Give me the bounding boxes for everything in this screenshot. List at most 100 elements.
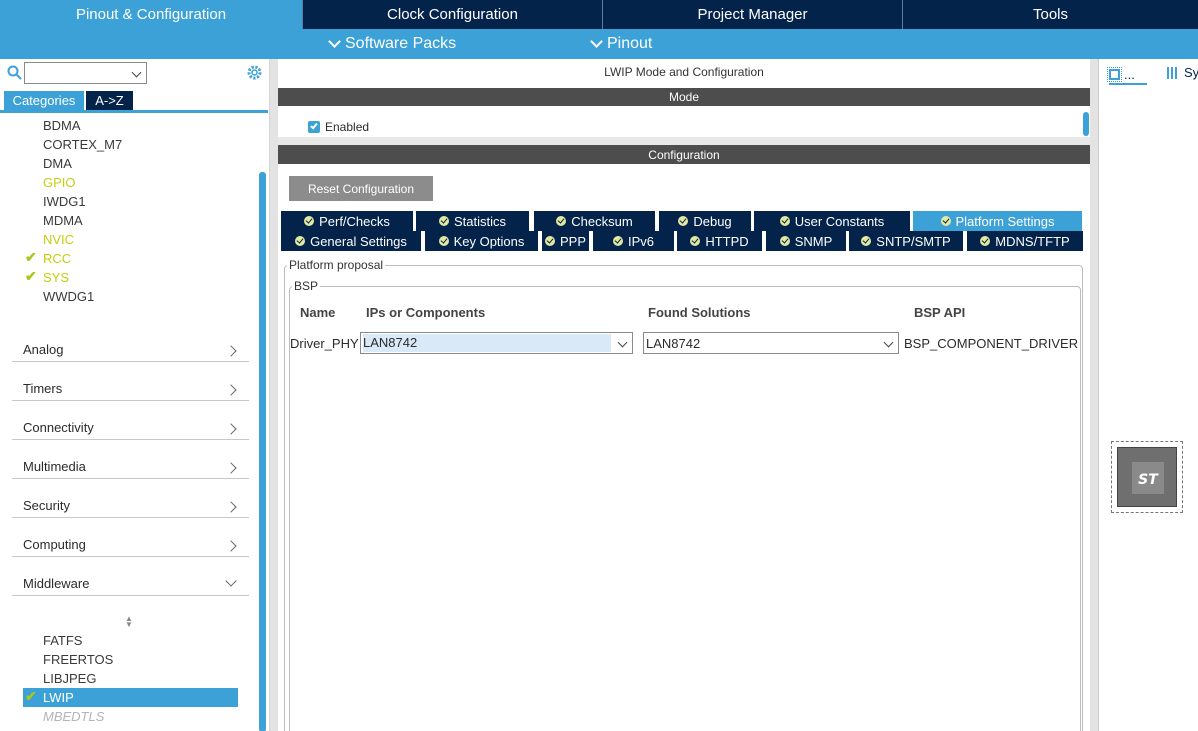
tab-pinout-view[interactable]: ...	[1107, 65, 1147, 85]
config-tab-platform-settings[interactable]: Platform Settings	[913, 211, 1083, 231]
check-circle-icon	[940, 216, 951, 226]
tab-project-manager[interactable]: Project Manager	[603, 0, 903, 29]
chevron-right-icon	[225, 462, 237, 474]
config-tab-statistics[interactable]: Statistics	[416, 211, 530, 231]
category-security[interactable]: Security	[12, 488, 249, 518]
check-circle-icon	[779, 236, 790, 246]
tab-categories[interactable]: Categories	[4, 91, 84, 110]
config-tab-label: IPv6	[627, 233, 654, 249]
right-panel: ... Sy ST	[1098, 59, 1198, 731]
core-item-dma[interactable]: DMA	[43, 156, 72, 171]
tab-system-view[interactable]: Sy	[1167, 65, 1198, 80]
panel-splitter-left[interactable]	[270, 59, 278, 731]
category-computing[interactable]: Computing	[12, 527, 249, 557]
mode-band: Mode	[278, 88, 1090, 106]
core-item-gpio[interactable]: GPIO	[43, 175, 76, 190]
search-input[interactable]	[24, 62, 147, 84]
sub-menu-bar: Software Packs Pinout	[0, 29, 1198, 59]
check-circle-icon	[612, 236, 623, 246]
tab-tools[interactable]: Tools	[903, 0, 1198, 29]
config-tab-perf-checks[interactable]: Perf/Checks	[281, 211, 414, 231]
category-middleware[interactable]: Middleware	[12, 566, 249, 596]
config-tab-key-options[interactable]: Key Options	[425, 231, 539, 251]
core-item-wwdg1[interactable]: WWDG1	[43, 289, 94, 304]
check-circle-icon	[295, 236, 306, 246]
config-tab-ipv6[interactable]: IPv6	[593, 231, 675, 251]
row-bsp-api: BSP_COMPONENT_DRIVER	[904, 336, 1079, 351]
software-packs-label: Software Packs	[345, 35, 457, 52]
core-item-rcc[interactable]: RCC	[43, 251, 71, 266]
config-tab-label: Perf/Checks	[319, 213, 390, 229]
config-tab-label: General Settings	[310, 233, 407, 249]
core-item-bdma[interactable]: BDMA	[43, 118, 81, 133]
config-tab-general-settings[interactable]: General Settings	[281, 231, 422, 251]
category-timers[interactable]: Timers	[12, 371, 249, 401]
check-circle-icon	[544, 236, 555, 246]
core-item-iwdg1[interactable]: IWDG1	[43, 194, 86, 209]
core-item-nvic[interactable]: NVIC	[43, 232, 74, 247]
category-analog[interactable]: Analog	[12, 332, 249, 362]
chip-body: ST	[1117, 447, 1177, 507]
config-tab-checksum[interactable]: Checksum	[534, 211, 656, 231]
tab-a-to-z[interactable]: A->Z	[86, 91, 133, 110]
config-tab-httpd[interactable]: HTTPD	[677, 231, 763, 251]
chip-package[interactable]: ST	[1111, 441, 1183, 513]
middleware-item-libjpeg[interactable]: LIBJPEG	[43, 671, 96, 686]
ips-value: LAN8742	[363, 334, 611, 352]
ips-select[interactable]: LAN8742	[360, 332, 633, 354]
category-connectivity[interactable]: Connectivity	[12, 410, 249, 440]
found-solutions-select[interactable]: LAN8742	[643, 332, 899, 354]
category-label: Computing	[23, 537, 86, 552]
check-circle-icon	[779, 216, 790, 226]
enabled-checkbox[interactable]	[308, 121, 320, 133]
middleware-item-freertos[interactable]: FREERTOS	[43, 652, 113, 667]
config-tab-mdns-tftp[interactable]: MDNS/TFTP	[967, 231, 1084, 251]
tab-underline	[0, 110, 268, 113]
gear-icon[interactable]	[246, 64, 263, 81]
left-scrollbar[interactable]	[259, 172, 266, 731]
st-logo-icon: ST	[1132, 462, 1164, 494]
header-found: Found Solutions	[648, 305, 751, 320]
splitter[interactable]	[278, 137, 1090, 145]
reset-configuration-button[interactable]: Reset Configuration	[289, 176, 433, 201]
sort-icon[interactable]: ▲ ▼	[124, 615, 134, 629]
middleware-item-fatfs[interactable]: FATFS	[43, 633, 82, 648]
config-tab-ppp[interactable]: PPP	[542, 231, 590, 251]
middleware-item-mbedtls[interactable]: MBEDTLS	[43, 709, 104, 724]
check-circle-icon	[438, 216, 449, 226]
core-item-cortex-m7[interactable]: CORTEX_M7	[43, 137, 122, 152]
config-tab-label: SNMP	[794, 233, 833, 249]
bsp-legend: BSP	[292, 279, 321, 293]
category-multimedia[interactable]: Multimedia	[12, 449, 249, 479]
config-tab-label: PPP	[559, 233, 586, 249]
chevron-down-icon	[225, 575, 237, 587]
tab-pinout-view-label: ...	[1124, 66, 1135, 82]
chip-icon	[1107, 66, 1122, 82]
category-label: Timers	[23, 381, 63, 396]
config-tab-sntp-smtp[interactable]: SNTP/SMTP	[849, 231, 964, 251]
check-circle-icon	[861, 236, 872, 246]
category-label: Multimedia	[23, 459, 86, 474]
svg-text:ST: ST	[1138, 472, 1159, 488]
software-packs-menu[interactable]: Software Packs	[328, 29, 457, 59]
enabled-label: Enabled	[325, 120, 370, 134]
core-item-sys[interactable]: SYS	[43, 270, 69, 285]
panel-splitter[interactable]	[1090, 59, 1098, 731]
chevron-down-icon	[328, 35, 341, 48]
middleware-item-lwip[interactable]: LWIP	[43, 690, 74, 705]
config-tab-snmp[interactable]: SNMP	[766, 231, 847, 251]
mode-scrollbar[interactable]	[1083, 112, 1089, 136]
config-tab-debug[interactable]: Debug	[659, 211, 752, 231]
chevron-down-icon	[883, 337, 894, 348]
check-circle-icon	[678, 216, 689, 226]
pinout-menu[interactable]: Pinout	[590, 29, 652, 59]
tab-system-view-label: Sy	[1184, 65, 1198, 80]
center-panel: LWIP Mode and Configuration Mode Enabled…	[278, 59, 1090, 731]
config-tab-user-constants[interactable]: User Constants	[754, 211, 911, 231]
chevron-down-icon	[590, 35, 603, 48]
tab-clock-configuration[interactable]: Clock Configuration	[303, 0, 603, 29]
check-circle-icon	[304, 216, 315, 226]
tab-pinout-configuration[interactable]: Pinout & Configuration	[0, 0, 303, 29]
core-item-mdma[interactable]: MDMA	[43, 213, 83, 228]
config-tab-label: User Constants	[794, 213, 885, 229]
